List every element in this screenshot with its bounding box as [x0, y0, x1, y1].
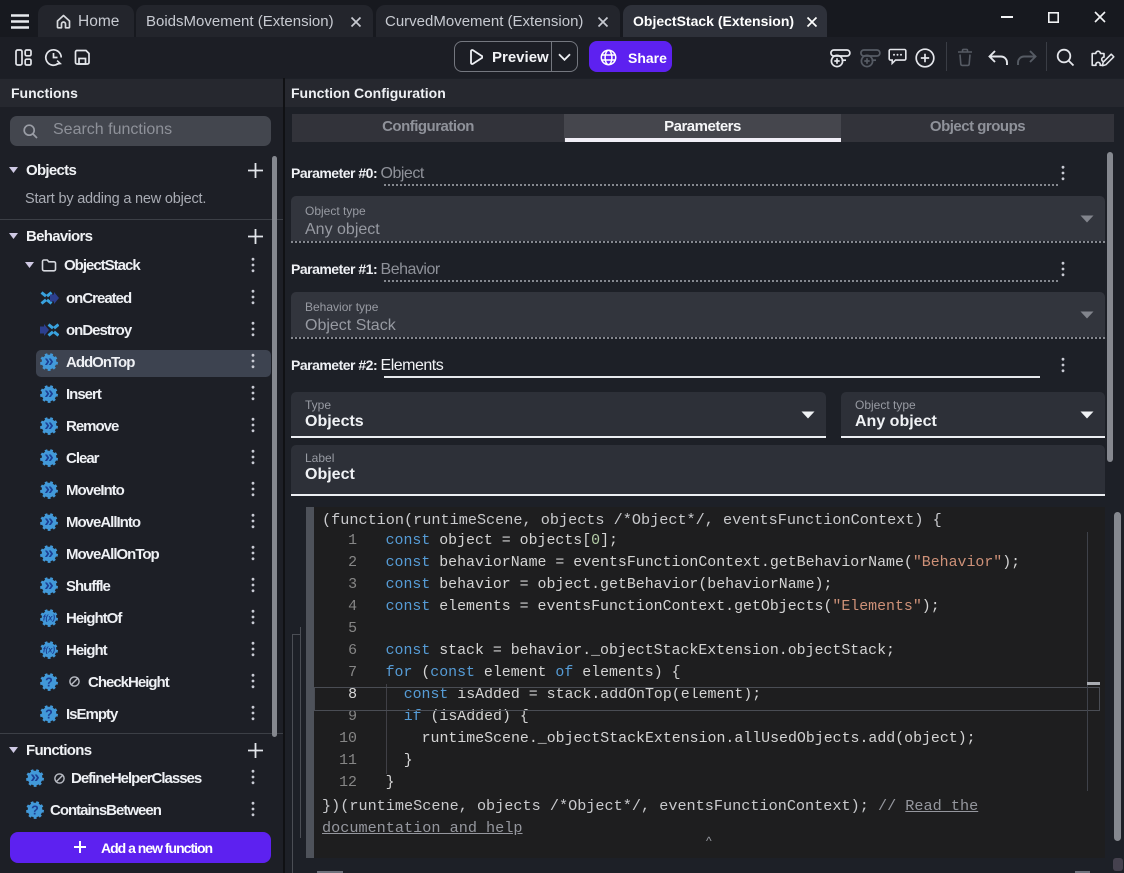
svg-text:»: »: [44, 353, 53, 370]
svg-text:?: ?: [45, 675, 53, 689]
svg-text:»: »: [44, 577, 53, 594]
svg-text:»: »: [44, 545, 53, 562]
svg-text:f(x): f(x): [43, 614, 56, 623]
svg-text:»: »: [30, 769, 39, 786]
svg-text:»: »: [44, 385, 53, 402]
svg-text:»: »: [44, 449, 53, 466]
svg-text:»: »: [44, 513, 53, 530]
svg-text:?: ?: [45, 707, 53, 721]
svg-text:?: ?: [31, 803, 39, 817]
svg-text:»: »: [44, 417, 53, 434]
svg-text:»: »: [44, 481, 53, 498]
svg-text:f(x): f(x): [43, 646, 56, 655]
